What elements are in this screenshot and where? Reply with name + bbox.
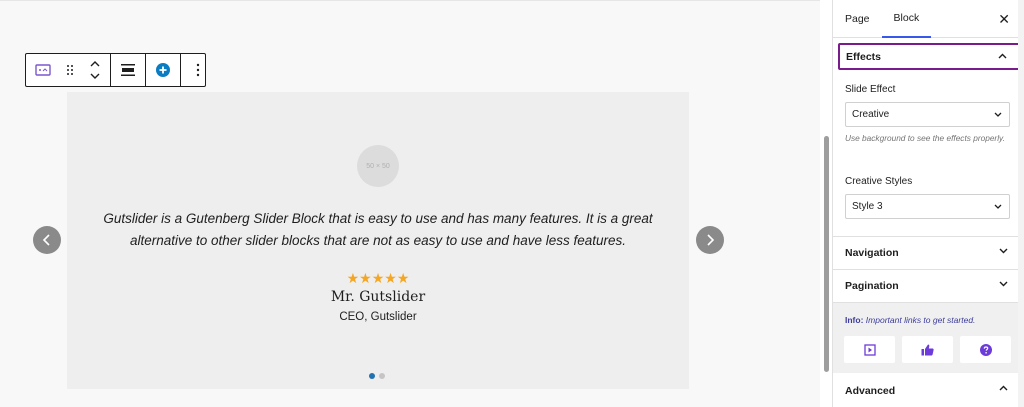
slide-effect-select[interactable]: Creative xyxy=(845,102,1010,127)
editor-canvas: 50 × 50 Gutslider is a Gutenberg Slider … xyxy=(0,0,820,407)
info-text: Info: Important links to get started. xyxy=(845,315,975,325)
toolbar-group-block xyxy=(26,54,111,86)
info-message: Important links to get started. xyxy=(865,315,976,325)
editor-root: 50 × 50 Gutslider is a Gutenberg Slider … xyxy=(0,0,1024,407)
thumbs-up-icon xyxy=(921,344,934,355)
canvas-scrollbar[interactable] xyxy=(824,136,829,372)
pagination-panel-toggle[interactable]: Pagination xyxy=(833,270,1024,303)
chevron-up-icon xyxy=(999,385,1008,391)
add-slide-icon[interactable] xyxy=(146,54,180,86)
block-type-icon[interactable] xyxy=(26,54,60,86)
tab-page[interactable]: Page xyxy=(833,0,882,38)
star-rating: ★★★★★ xyxy=(346,270,410,286)
navigation-panel-toggle[interactable]: Navigation xyxy=(833,237,1024,270)
toolbar-group-more xyxy=(181,54,215,86)
avatar-placeholder: 50 × 50 xyxy=(357,145,399,187)
video-icon xyxy=(863,343,876,356)
effects-panel-title: Effects xyxy=(846,50,882,63)
advanced-section: Advanced xyxy=(833,374,1024,407)
drag-handle-icon[interactable] xyxy=(60,54,80,86)
settings-sidebar: Page Block ✕ Effects Slide Effect Creati… xyxy=(832,0,1024,407)
toolbar-group-add xyxy=(146,54,181,86)
testimonial-slide[interactable]: 50 × 50 Gutslider is a Gutenberg Slider … xyxy=(67,92,689,389)
effects-help-text: Use background to see the effects proper… xyxy=(845,133,1005,143)
pagination-panel-title: Pagination xyxy=(845,280,899,292)
info-box: Info: Important links to get started. xyxy=(833,303,1024,373)
slide-effect-label: Slide Effect xyxy=(845,84,896,95)
move-up-down-icon[interactable] xyxy=(80,54,110,86)
question-icon xyxy=(979,343,992,356)
sidebar-scrollbar[interactable] xyxy=(1018,0,1024,407)
more-options-icon[interactable] xyxy=(181,54,215,86)
advanced-panel-toggle[interactable]: Advanced xyxy=(833,374,1024,407)
chevron-down-icon xyxy=(999,248,1008,254)
tab-block[interactable]: Block xyxy=(881,0,932,38)
slider-prev-button[interactable] xyxy=(33,226,61,254)
video-link-button[interactable] xyxy=(844,336,895,363)
chevron-right-icon xyxy=(707,234,715,246)
advanced-panel-title: Advanced xyxy=(845,384,896,397)
chevron-up-icon xyxy=(998,53,1007,59)
chevron-down-icon xyxy=(994,112,1002,117)
navigation-section: Navigation Pagination xyxy=(833,236,1024,303)
testimonial-quote: Gutslider is a Gutenberg Slider Block th… xyxy=(103,211,653,248)
creative-styles-select[interactable]: Style 3 xyxy=(845,194,1010,219)
effects-panel-toggle[interactable]: Effects xyxy=(838,43,1021,70)
slider-next-button[interactable] xyxy=(696,226,724,254)
testimonial-role: CEO, Gutslider xyxy=(339,311,417,323)
sidebar-tabs: Page Block ✕ xyxy=(833,0,1024,38)
like-link-button[interactable] xyxy=(902,336,953,363)
chevron-down-icon xyxy=(994,204,1002,209)
close-icon[interactable]: ✕ xyxy=(998,12,1010,26)
toolbar-group-align xyxy=(111,54,146,86)
align-icon[interactable] xyxy=(111,54,145,86)
help-link-button[interactable] xyxy=(960,336,1011,363)
navigation-panel-title: Navigation xyxy=(845,247,899,259)
testimonial-name: Mr. Gutslider xyxy=(330,289,426,305)
creative-styles-label: Creative Styles xyxy=(845,176,913,187)
pagination-dot-1[interactable] xyxy=(369,373,375,379)
info-label: Info: xyxy=(845,315,864,325)
chevron-down-icon xyxy=(999,281,1008,287)
pagination-dots xyxy=(369,373,385,379)
block-toolbar xyxy=(25,53,206,87)
pagination-dot-2[interactable] xyxy=(379,373,385,379)
slide-effect-value: Creative xyxy=(852,109,890,120)
chevron-left-icon xyxy=(42,234,50,246)
creative-styles-value: Style 3 xyxy=(852,201,883,212)
